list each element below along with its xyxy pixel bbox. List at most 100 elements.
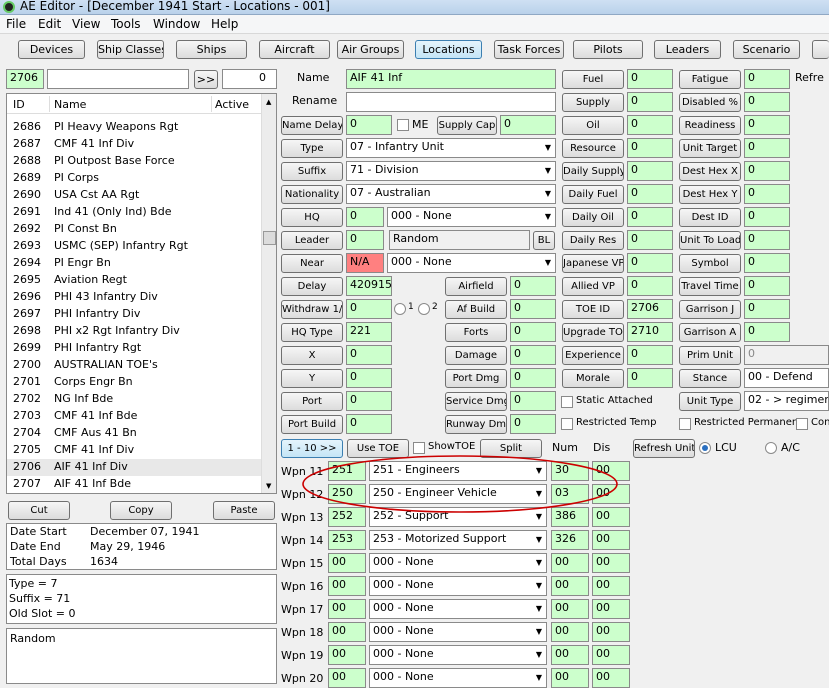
morale-button[interactable]: Morale [562,369,624,388]
port-build-field[interactable]: 0 [346,414,392,434]
wpn-dis-field[interactable]: 00 [592,484,630,504]
list-item[interactable]: 2695 Aviation Regt [7,272,261,289]
forts-field[interactable]: 0 [510,322,556,342]
wpn-code-field[interactable]: 250 [328,484,366,504]
wpn-num-field[interactable]: 00 [551,576,589,596]
wpn-select[interactable]: 000 - None ▼ [369,622,547,642]
wpn-code-field[interactable]: 252 [328,507,366,527]
daily-fuel-button[interactable]: Daily Fuel [562,185,624,204]
runway-dmg-button[interactable]: Runway Dmg [445,415,507,434]
forts-button[interactable]: Forts [445,323,507,342]
bl-button[interactable]: BL [533,231,555,250]
list-item[interactable]: 2688 PI Outpost Base Force [7,153,261,170]
port-build-button[interactable]: Port Build [281,415,343,434]
wpn-select[interactable]: 000 - None ▼ [369,645,547,665]
menu-help[interactable]: Help [211,17,238,31]
upgrade-toe-button[interactable]: Upgrade TOE [562,323,624,342]
unit-target-button[interactable]: Unit Target [679,139,741,158]
wpn-code-field[interactable]: 00 [328,645,366,665]
fatigue-button[interactable]: Fatigue [679,70,741,89]
wpn-code-field[interactable]: 00 [328,553,366,573]
tab-task-forces[interactable]: Task Forces [494,40,564,59]
oil-button[interactable]: Oil [562,116,624,135]
menu-tools[interactable]: Tools [111,17,141,31]
search-text-field[interactable] [47,69,189,89]
toe-id-button[interactable]: TOE ID [562,300,624,319]
hq-type-field[interactable]: 221 [346,322,392,342]
rename-field[interactable] [346,92,556,112]
allied-vp-field[interactable]: 0 [627,276,673,296]
wpn-num-field[interactable]: 00 [551,645,589,665]
daily-oil-button[interactable]: Daily Oil [562,208,624,227]
tab-aircraft[interactable]: Aircraft [259,40,330,59]
tab-more[interactable] [812,40,829,59]
morale-field[interactable]: 0 [627,368,673,388]
withdraw-field[interactable]: 0 [346,299,392,319]
menu-edit[interactable]: Edit [38,17,61,31]
withdraw-radio-2[interactable] [418,303,430,315]
symbol-button[interactable]: Symbol [679,254,741,273]
service-dmg-button[interactable]: Service Dmg [445,392,507,411]
daily-oil-field[interactable]: 0 [627,207,673,227]
japanese-vp-field[interactable]: 0 [627,253,673,273]
wpn-dis-field[interactable]: 00 [592,530,630,550]
experience-button[interactable]: Experience [562,346,624,365]
paste-button[interactable]: Paste [213,501,275,520]
x-button[interactable]: X [281,346,343,365]
airfield-field[interactable]: 0 [510,276,556,296]
show-toe-checkbox[interactable] [413,442,425,454]
menu-file[interactable]: File [6,17,26,31]
list-item[interactable]: 2699 PHI Infantry Rgt [7,340,261,357]
dest-hex-x-button[interactable]: Dest Hex X [679,162,741,181]
delay-button[interactable]: Delay [281,277,343,296]
static-attached-checkbox[interactable] [561,396,573,408]
wpn-code-field[interactable]: 00 [328,668,366,688]
wpn-code-field[interactable]: 251 [328,461,366,481]
list-item[interactable]: 2703 CMF 41 Inf Bde [7,408,261,425]
supply-field[interactable]: 0 [627,92,673,112]
suffix-button[interactable]: Suffix [281,162,343,181]
list-item[interactable]: 2701 Corps Engr Bn [7,374,261,391]
airfield-button[interactable]: Airfield [445,277,507,296]
experience-field[interactable]: 0 [627,345,673,365]
allied-vp-button[interactable]: Allied VP [562,277,624,296]
readiness-button[interactable]: Readiness [679,116,741,135]
wpn-select[interactable]: 000 - None ▼ [369,599,547,619]
name-delay-button[interactable]: Name Delay [281,116,343,135]
tab-ship-classes[interactable]: Ship Classes [97,40,164,59]
tab-pilots[interactable]: Pilots [573,40,643,59]
supply-cap-button[interactable]: Supply Cap [437,116,497,135]
wpn-code-field[interactable]: 00 [328,622,366,642]
fatigue-field[interactable]: 0 [744,69,790,89]
symbol-field[interactable]: 0 [744,253,790,273]
wpn-dis-field[interactable]: 00 [592,668,630,688]
tab-ships[interactable]: Ships [176,40,247,59]
type-select[interactable]: 07 - Infantry Unit ▼ [346,138,556,158]
suffix-select[interactable]: 71 - Division ▼ [346,161,556,181]
wpn-dis-field[interactable]: 00 [592,645,630,665]
wpn-dis-field[interactable]: 00 [592,622,630,642]
list-item[interactable]: 2700 AUSTRALIAN TOE's [7,357,261,374]
wpn-select[interactable]: 250 - Engineer Vehicle ▼ [369,484,547,504]
cut-button[interactable]: Cut [8,501,70,520]
list-item[interactable]: 2692 PI Const Bn [7,221,261,238]
port-dmg-button[interactable]: Port Dmg [445,369,507,388]
hq-field[interactable]: 0 [346,207,384,227]
list-item[interactable]: 2706 AIF 41 Inf Div [7,459,261,476]
leader-button[interactable]: Leader [281,231,343,250]
list-item[interactable]: 2705 CMF 41 Inf Div [7,442,261,459]
list-item[interactable]: 2689 PI Corps [7,170,261,187]
resource-field[interactable]: 0 [627,138,673,158]
wpn-select[interactable]: 252 - Support ▼ [369,507,547,527]
tab-leaders[interactable]: Leaders [654,40,721,59]
name-delay-field[interactable]: 0 [346,115,392,135]
hq-select[interactable]: 000 - None ▼ [387,207,556,227]
hq-button[interactable]: HQ [281,208,343,227]
unit-to-load-button[interactable]: Unit To Load [679,231,741,250]
wpn-num-field[interactable]: 30 [551,461,589,481]
list-item[interactable]: 2702 NG Inf Bde [7,391,261,408]
readiness-field[interactable]: 0 [744,115,790,135]
damage-button[interactable]: Damage [445,346,507,365]
search-id-field[interactable]: 2706 [6,69,44,89]
list-item[interactable]: 2707 AIF 41 Inf Bde [7,476,261,493]
